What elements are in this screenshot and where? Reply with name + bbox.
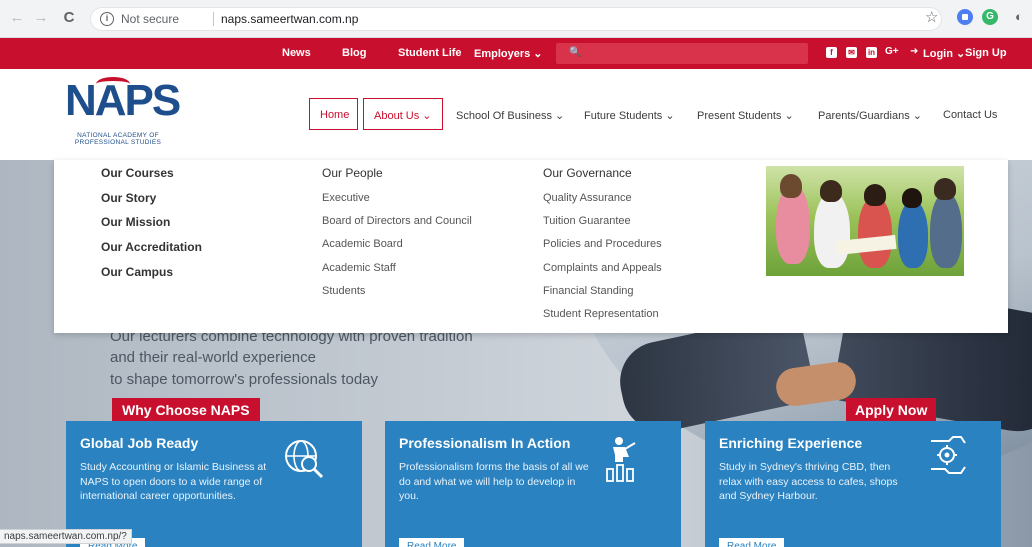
email-icon[interactable]: ✉ <box>846 47 857 58</box>
nav-item-school-of-business[interactable]: School Of Business ⌄ <box>456 109 564 122</box>
menu-item-academic-staff[interactable]: Academic Staff <box>322 262 396 274</box>
feature-card-professionalism: Professionalism In Action Professionalis… <box>385 421 681 547</box>
menu-item-our-courses[interactable]: Our Courses <box>101 166 174 180</box>
nav-item-present-students[interactable]: Present Students ⌄ <box>697 109 794 122</box>
link-status-bar: naps.sameertwan.com.np/? <box>0 529 132 544</box>
menu-item-executive[interactable]: Executive <box>322 192 370 204</box>
menu-item-our-accreditation[interactable]: Our Accreditation <box>101 240 202 254</box>
topbar-link-blog[interactable]: Blog <box>342 47 366 59</box>
nav-item-home[interactable]: Home <box>320 109 349 121</box>
login-link[interactable]: Login ⌄ <box>923 47 965 60</box>
why-choose-naps-button[interactable]: Why Choose NAPS <box>112 398 260 422</box>
omnibox-divider <box>213 12 214 26</box>
menu-item-tuition-guarantee[interactable]: Tuition Guarantee <box>543 215 631 227</box>
card-body: Study Accounting or Islamic Business at … <box>80 461 267 502</box>
menu-item-our-mission[interactable]: Our Mission <box>101 215 170 229</box>
logo-tagline-1: NATIONAL ACADEMY OF <box>77 132 159 139</box>
back-arrow-icon[interactable]: ← <box>8 9 26 27</box>
menu-item-financial-standing[interactable]: Financial Standing <box>543 285 634 297</box>
topbar-link-news[interactable]: News <box>282 47 311 59</box>
site-header: NAPS NATIONAL ACADEMY OF PROFESSIONAL ST… <box>0 69 1032 160</box>
linkedin-icon[interactable]: in <box>866 47 877 58</box>
card-body: Study in Sydney's thriving CBD, then rel… <box>719 461 898 502</box>
topbar-link-employers[interactable]: Employers ⌄ <box>474 47 543 60</box>
nav-item-parents-guardians[interactable]: Parents/Guardians ⌄ <box>818 109 922 122</box>
about-us-mega-menu: Our Courses Our Story Our Mission Our Ac… <box>54 160 1008 333</box>
hero-text-line-3: to shape tomorrow's professionals today <box>110 371 379 388</box>
hands-gear-icon <box>927 433 969 482</box>
google-plus-icon[interactable]: G+ <box>885 46 899 57</box>
apply-now-button[interactable]: Apply Now <box>846 398 937 422</box>
address-bar[interactable]: i Not secure naps.sameertwan.com.np <box>90 7 942 31</box>
feature-card-enriching-experience: Enriching Experience Study in Sydney's t… <box>705 421 1001 547</box>
naps-logo[interactable]: NAPS NATIONAL ACADEMY OF PROFESSIONAL ST… <box>56 75 181 155</box>
signup-link[interactable]: Sign Up <box>965 47 1007 59</box>
logo-tagline-2: PROFESSIONAL STUDIES <box>74 139 162 146</box>
read-more-button[interactable]: Read More <box>719 538 785 547</box>
forward-arrow-icon[interactable]: → <box>32 9 50 27</box>
search-icon: 🔍 <box>569 47 582 58</box>
extension-g-icon[interactable]: G <box>982 9 998 25</box>
students-photo <box>766 166 964 276</box>
menu-item-complaints-appeals[interactable]: Complaints and Appeals <box>543 262 662 274</box>
browser-toolbar: ← → C i Not secure naps.sameertwan.com.n… <box>0 0 1032 38</box>
utility-bar: News Blog Student Life Employers ⌄ 🔍 f ✉… <box>0 38 1032 69</box>
topbar-link-student-life[interactable]: Student Life <box>398 47 462 59</box>
security-indicator[interactable]: Not secure <box>121 12 179 26</box>
menu-item-board-of-directors[interactable]: Board of Directors and Council <box>322 215 472 227</box>
facebook-icon[interactable]: f <box>826 47 837 58</box>
nav-item-contact-us[interactable]: Contact Us <box>943 109 997 121</box>
menu-item-our-campus[interactable]: Our Campus <box>101 265 173 279</box>
menu-heading-our-people[interactable]: Our People <box>322 166 383 180</box>
read-more-button[interactable]: Read More <box>399 538 465 547</box>
reload-icon[interactable]: C <box>60 9 78 27</box>
extension-icon[interactable] <box>957 9 973 25</box>
menu-item-our-story[interactable]: Our Story <box>101 191 156 205</box>
menu-item-students[interactable]: Students <box>322 285 365 297</box>
card-title: Enriching Experience <box>719 435 863 451</box>
card-title: Global Job Ready <box>80 435 199 451</box>
nav-item-about-us[interactable]: About Us ⌄ <box>374 109 432 122</box>
url-text[interactable]: naps.sameertwan.com.np <box>221 12 358 26</box>
menu-item-student-representation[interactable]: Student Representation <box>543 308 659 320</box>
profile-icon[interactable]: ◐ <box>1015 9 1031 25</box>
menu-item-policies-procedures[interactable]: Policies and Procedures <box>543 238 662 250</box>
site-search-input[interactable]: 🔍 <box>556 43 808 64</box>
menu-item-academic-board[interactable]: Academic Board <box>322 238 403 250</box>
card-title: Professionalism In Action <box>399 435 571 451</box>
nav-item-future-students[interactable]: Future Students ⌄ <box>584 109 675 122</box>
globe-search-icon <box>282 436 326 485</box>
login-icon: ➜ <box>910 46 919 57</box>
card-body: Professionalism forms the basis of all w… <box>399 461 589 502</box>
hero-text-line-2: and their real-world experience <box>110 349 316 366</box>
menu-heading-our-governance[interactable]: Our Governance <box>543 166 632 180</box>
presenter-chart-icon <box>603 435 639 488</box>
bookmark-star-icon[interactable]: ☆ <box>925 8 938 26</box>
menu-item-quality-assurance[interactable]: Quality Assurance <box>543 192 632 204</box>
logo-swoosh <box>96 77 130 91</box>
info-icon[interactable]: i <box>100 12 114 26</box>
